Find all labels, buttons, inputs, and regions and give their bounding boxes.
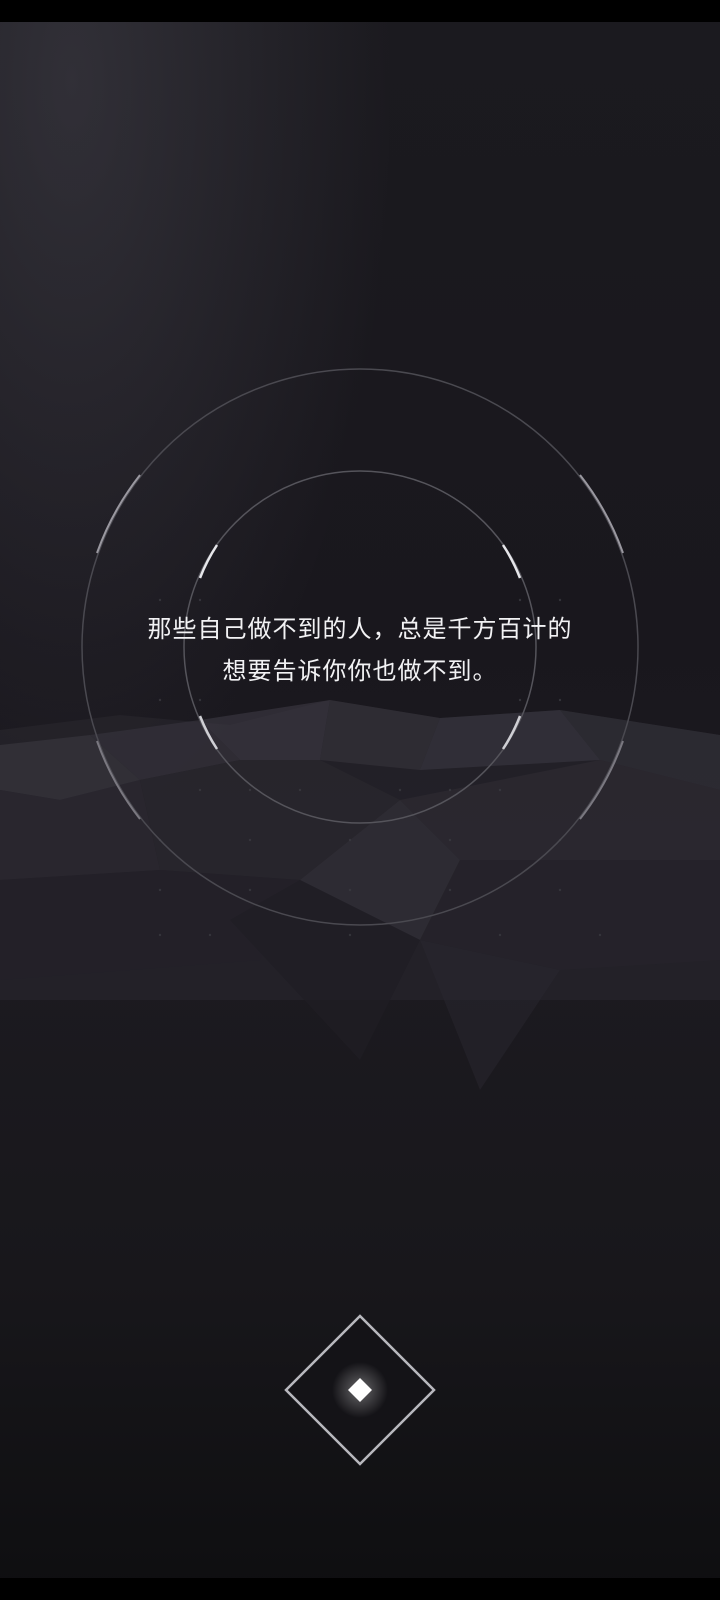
quote-line-1: 那些自己做不到的人，总是千方百计的 [147,615,573,643]
quote-text: 那些自己做不到的人，总是千方百计的 想要告诉你你也做不到。 [60,608,660,692]
quote-line-2: 想要告诉你你也做不到。 [222,657,498,685]
low-poly-mountains [0,700,720,1090]
game-screen: 那些自己做不到的人，总是千方百计的 想要告诉你你也做不到。 [0,0,720,1600]
start-button[interactable] [282,1312,438,1468]
navigation-bar [0,1578,720,1600]
diamond-icon [284,1314,436,1466]
